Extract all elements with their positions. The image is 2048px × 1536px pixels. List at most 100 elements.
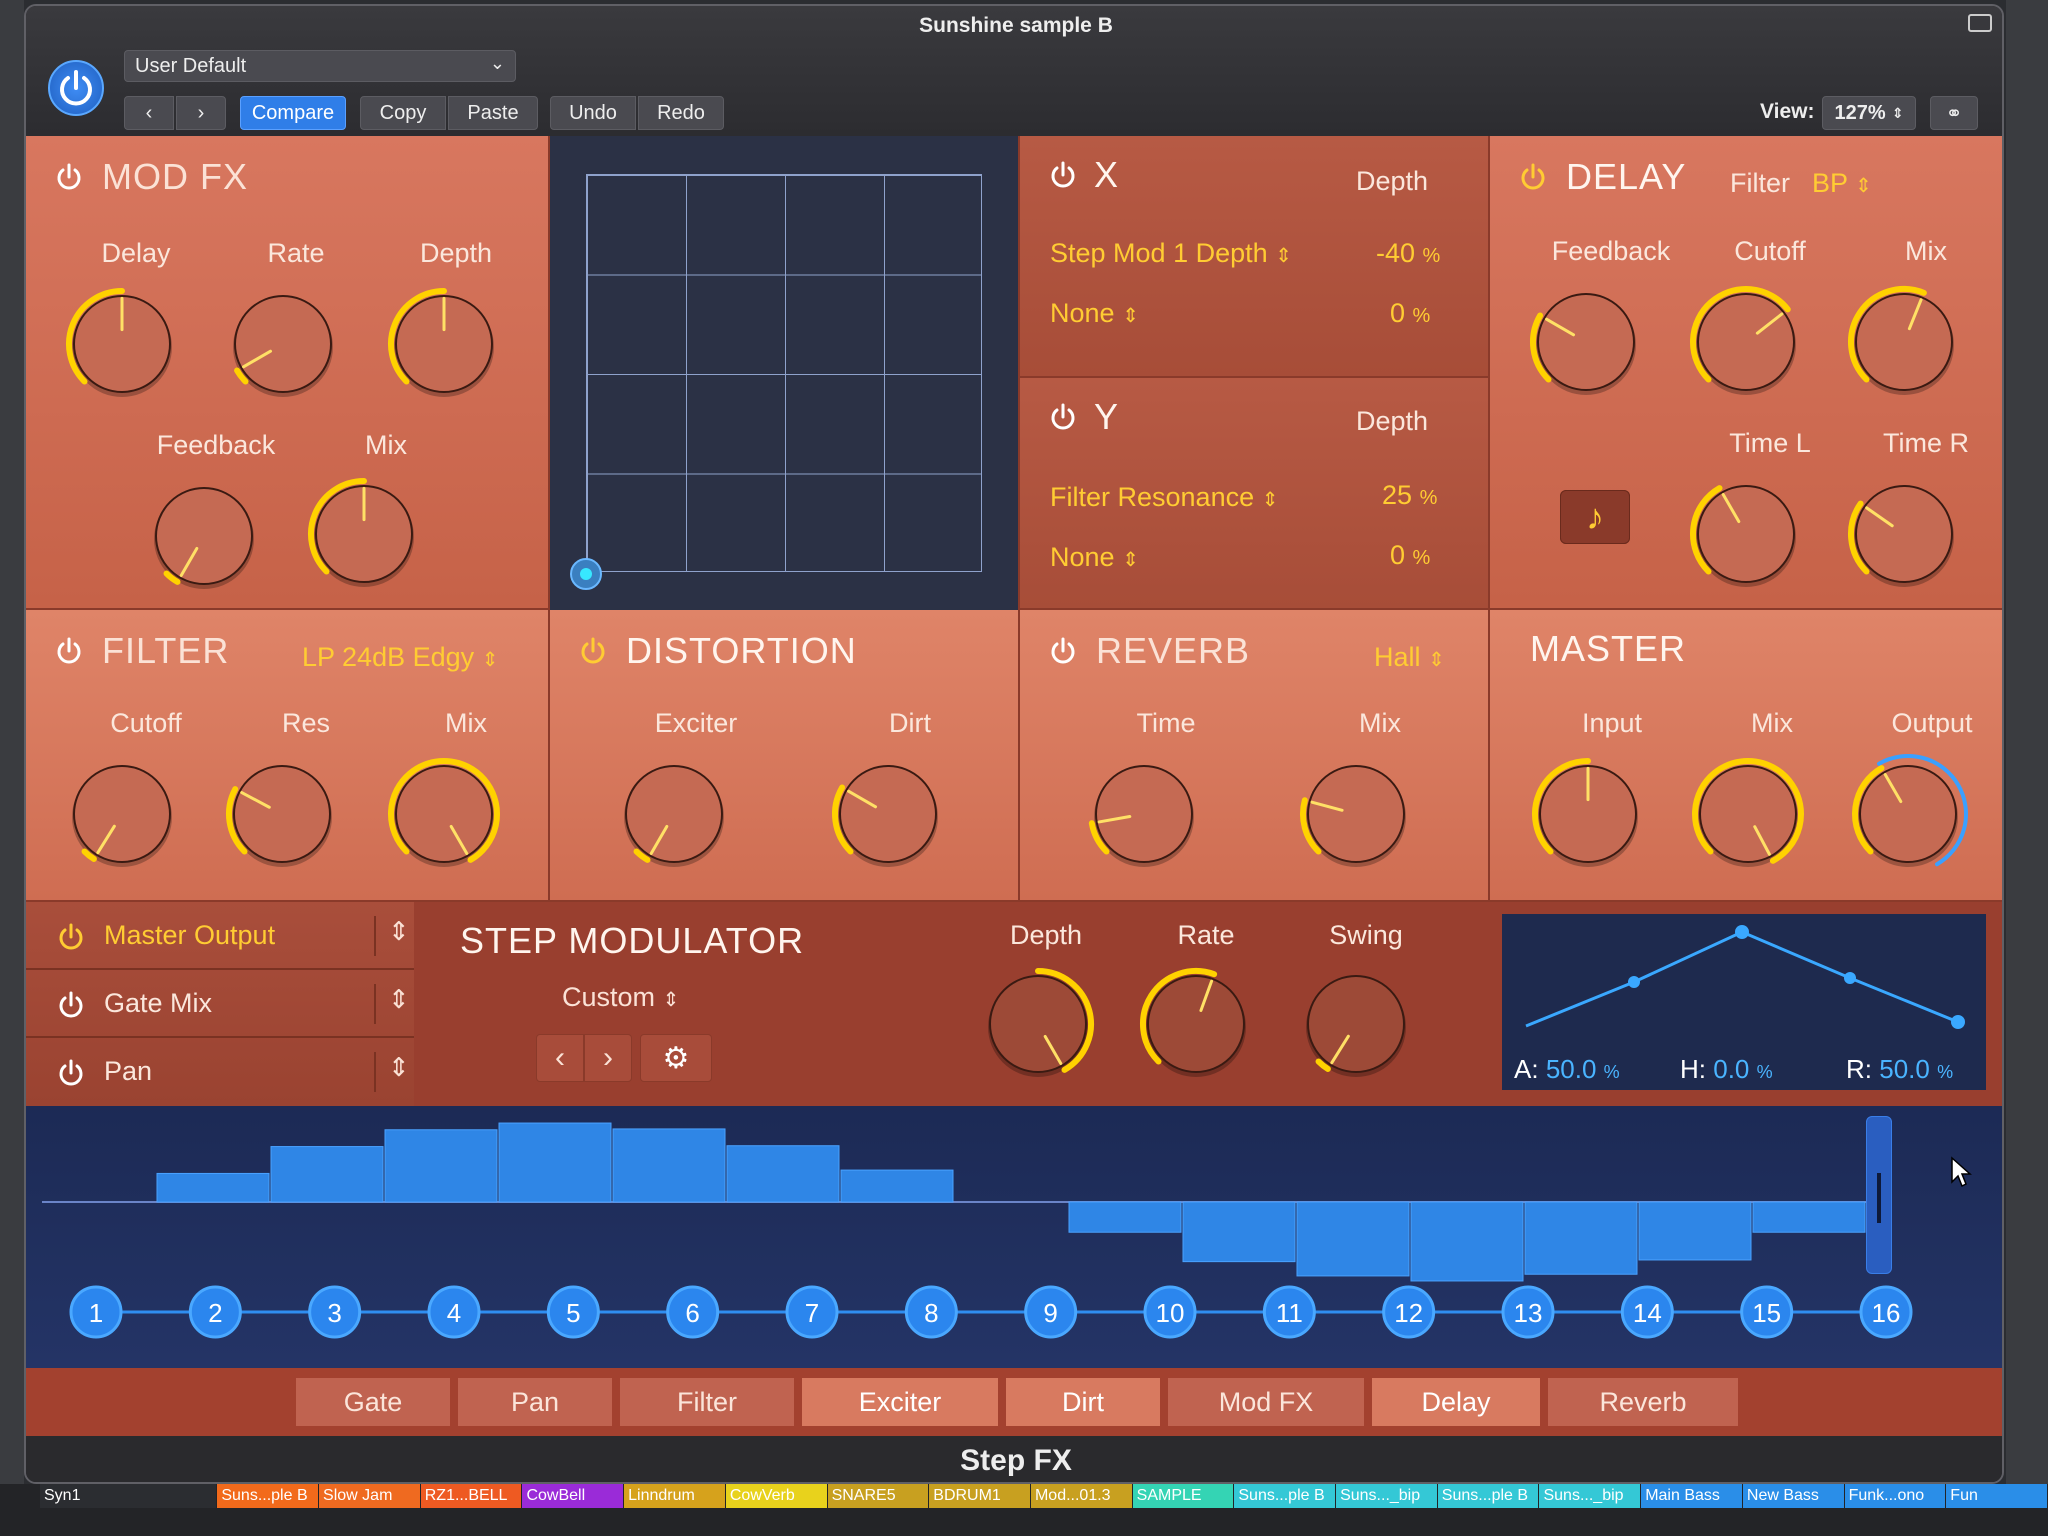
mod-target-master-output[interactable]: Master Output ⇕ (26, 902, 414, 970)
sequencer-end-handle[interactable] (1866, 1116, 1892, 1274)
step-button-6[interactable]: 6 (666, 1285, 720, 1339)
step-bar-6[interactable] (612, 1128, 726, 1203)
step-bar-15[interactable] (1638, 1201, 1752, 1261)
compare-button[interactable]: Compare (240, 96, 346, 130)
redo-button[interactable]: Redo (638, 96, 724, 130)
zoom-select[interactable]: 127% ⇕ (1822, 96, 1916, 130)
envelope-release[interactable]: R: 50.0 % (1846, 1054, 1953, 1085)
y-target-2[interactable]: None ⇕ (1050, 542, 1139, 573)
track-region[interactable]: Suns...ple B (1234, 1484, 1336, 1508)
tab-filter[interactable]: Filter (620, 1378, 794, 1426)
step-button-4[interactable]: 4 (427, 1285, 481, 1339)
envelope-hold[interactable]: H: 0.0 % (1680, 1054, 1773, 1085)
track-region[interactable]: Suns...ple B (1437, 1484, 1539, 1508)
step-bar-3[interactable] (270, 1146, 384, 1203)
track-region[interactable]: RZ1...BELL (420, 1484, 522, 1508)
step-bar-5[interactable] (498, 1122, 612, 1203)
delay-sync-button[interactable]: ♪ (1560, 490, 1630, 544)
paste-button[interactable]: Paste (448, 96, 538, 130)
y-target-2-value[interactable]: 0 % (1390, 540, 1430, 571)
step-bar-2[interactable] (156, 1172, 270, 1203)
tab-gate[interactable]: Gate (296, 1378, 450, 1426)
x-power-icon[interactable] (1048, 160, 1078, 190)
step-bar-10[interactable] (1068, 1201, 1182, 1233)
step-button-10[interactable]: 10 (1143, 1285, 1197, 1339)
step-bar-11[interactable] (1182, 1201, 1296, 1263)
step-button-3[interactable]: 3 (308, 1285, 362, 1339)
delay-power-icon[interactable] (1518, 162, 1548, 192)
mod-target-pan[interactable]: Pan ⇕ (26, 1038, 414, 1106)
step-button-12[interactable]: 12 (1382, 1285, 1436, 1339)
tab-reverb[interactable]: Reverb (1548, 1378, 1738, 1426)
envelope-display[interactable]: A: 50.0 % H: 0.0 % R: 50.0 % (1502, 914, 1986, 1090)
track-region[interactable]: New Bass (1742, 1484, 1844, 1508)
x-target-2[interactable]: None ⇕ (1050, 298, 1139, 329)
step-mod-settings-button[interactable]: ⚙ (640, 1034, 712, 1082)
step-bar-4[interactable] (384, 1129, 498, 1203)
track-region[interactable]: Funk...ono (1844, 1484, 1946, 1508)
step-button-7[interactable]: 7 (785, 1285, 839, 1339)
step-mod-prev-button[interactable]: ‹ (536, 1034, 584, 1082)
step-button-14[interactable]: 14 (1620, 1285, 1674, 1339)
step-bar-12[interactable] (1296, 1201, 1410, 1277)
mod-target-gate-mix[interactable]: Gate Mix ⇕ (26, 970, 414, 1038)
step-sequencer-graph[interactable]: 1 2 3 4 5 6 7 8 9 10 11 12 13 14 15 16 (26, 1106, 2004, 1368)
xy-pad[interactable] (586, 174, 982, 572)
step-button-5[interactable]: 5 (546, 1285, 600, 1339)
step-mod-preset-select[interactable]: Custom ⇕ (562, 982, 679, 1013)
tab-mod-fx[interactable]: Mod FX (1168, 1378, 1364, 1426)
step-button-16[interactable]: 16 (1859, 1285, 1913, 1339)
track-region[interactable]: Linndrum (624, 1484, 725, 1508)
step-button-2[interactable]: 2 (188, 1285, 242, 1339)
xy-handle[interactable] (570, 558, 602, 590)
step-button-13[interactable]: 13 (1501, 1285, 1555, 1339)
undo-button[interactable]: Undo (550, 96, 636, 130)
track-region[interactable]: Suns..._bip (1336, 1484, 1437, 1508)
tab-delay[interactable]: Delay (1372, 1378, 1540, 1426)
step-mod-next-button[interactable]: › (584, 1034, 632, 1082)
x-target-2-value[interactable]: 0 % (1390, 298, 1430, 329)
step-button-8[interactable]: 8 (904, 1285, 958, 1339)
step-button-1[interactable]: 1 (69, 1285, 123, 1339)
link-button[interactable]: ⚭ (1930, 96, 1978, 130)
track-region[interactable]: Mod...01.3 (1030, 1484, 1132, 1508)
next-preset-button[interactable]: › (176, 96, 226, 130)
copy-button[interactable]: Copy (360, 96, 446, 130)
track-region[interactable]: Suns...ple B (217, 1484, 319, 1508)
tab-dirt[interactable]: Dirt (1006, 1378, 1160, 1426)
track-region[interactable]: Main Bass (1641, 1484, 1742, 1508)
track-region[interactable]: Fun (1946, 1484, 2047, 1508)
step-button-15[interactable]: 15 (1740, 1285, 1794, 1339)
step-button-9[interactable]: 9 (1024, 1285, 1078, 1339)
tab-pan[interactable]: Pan (458, 1378, 612, 1426)
tab-exciter[interactable]: Exciter (802, 1378, 998, 1426)
track-region[interactable]: Slow Jam (319, 1484, 420, 1508)
gate-mix-power-icon[interactable] (56, 990, 86, 1020)
filter-mode-select[interactable]: LP 24dB Edgy ⇕ (302, 642, 498, 673)
track-region[interactable]: BDRUM1 (929, 1484, 1030, 1508)
prev-preset-button[interactable]: ‹ (124, 96, 174, 130)
step-bar-14[interactable] (1524, 1201, 1638, 1275)
step-sequencer[interactable]: 1 2 3 4 5 6 7 8 9 10 11 12 13 14 15 16 (26, 1106, 2004, 1368)
reverb-power-icon[interactable] (1048, 636, 1078, 666)
track-region[interactable]: SNARE5 (827, 1484, 929, 1508)
reverb-type-select[interactable]: Hall ⇕ (1374, 642, 1445, 673)
distortion-power-icon[interactable] (578, 636, 608, 666)
preset-select[interactable]: User Default ⌄ (124, 50, 516, 82)
delay-filter-select[interactable]: BP ⇕ (1812, 168, 1872, 199)
step-bar-7[interactable] (726, 1145, 840, 1203)
track-region[interactable]: SAMPLE (1132, 1484, 1234, 1508)
track-region[interactable]: Suns..._bip (1539, 1484, 1641, 1508)
mod-fx-power-icon[interactable] (54, 162, 84, 192)
step-bar-13[interactable] (1410, 1201, 1524, 1282)
track-region[interactable]: Syn1 (40, 1484, 217, 1508)
master-output-power-icon[interactable] (56, 922, 86, 952)
x-target-1-value[interactable]: -40 % (1376, 238, 1440, 269)
step-button-11[interactable]: 11 (1262, 1285, 1316, 1339)
window-resize-icon[interactable] (1968, 14, 1992, 32)
step-bar-16[interactable] (1752, 1201, 1866, 1233)
step-bar-8[interactable] (840, 1169, 954, 1203)
y-target-1-value[interactable]: 25 % (1382, 480, 1437, 511)
plugin-power-button[interactable] (48, 60, 104, 116)
track-region[interactable]: CowVerb (725, 1484, 827, 1508)
